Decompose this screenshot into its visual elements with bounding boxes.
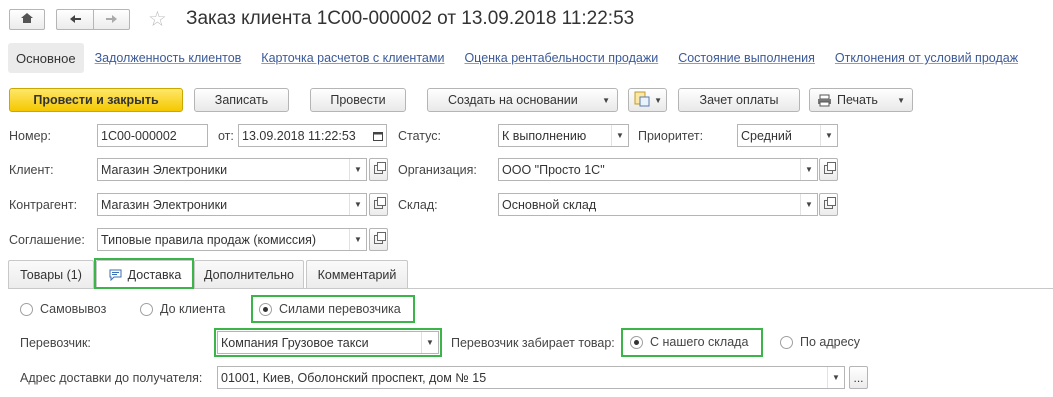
priority-value: Средний	[741, 128, 792, 143]
arrow-left-icon	[69, 13, 82, 27]
organization-value: ООО "Просто 1С"	[502, 162, 605, 177]
radio-to-client[interactable]: До клиента	[140, 302, 225, 316]
chevron-down-icon[interactable]: ▼	[349, 229, 366, 250]
tab-comment[interactable]: Комментарий	[306, 260, 408, 288]
home-button[interactable]	[9, 9, 45, 30]
back-button[interactable]	[56, 9, 94, 30]
agreement-field[interactable]: Типовые правила продаж (комиссия) ▼	[97, 228, 367, 251]
open-warehouse-button[interactable]	[819, 193, 838, 216]
printer-icon	[817, 94, 832, 107]
radio-to-client-label: До клиента	[160, 302, 226, 316]
link-deviations[interactable]: Отклонения от условий продаж	[835, 51, 1018, 65]
chevron-down-icon: ▼	[602, 96, 610, 105]
open-contractor-button[interactable]	[369, 193, 388, 216]
chevron-down-icon[interactable]: ▼	[349, 159, 366, 180]
post-button[interactable]: Провести	[310, 88, 406, 112]
link-settlement-card[interactable]: Карточка расчетов с клиентами	[261, 51, 444, 65]
pickup-label: Перевозчик забирает товар:	[451, 336, 615, 350]
post-and-close-button[interactable]: Провести и закрыть	[9, 88, 183, 112]
chevron-down-icon[interactable]: ▼	[800, 194, 817, 215]
open-icon	[824, 162, 836, 174]
link-client-debt[interactable]: Задолженность клиентов	[95, 51, 242, 65]
tab-goods[interactable]: Товары (1)	[8, 260, 94, 288]
contractor-label: Контрагент:	[9, 198, 78, 212]
radio-self-pickup[interactable]: Самовывоз	[20, 302, 106, 316]
status-value: К выполнению	[502, 128, 587, 143]
warehouse-value: Основной склад	[502, 197, 597, 212]
arrow-right-icon	[105, 13, 118, 27]
section-links: Основное Задолженность клиентов Карточка…	[8, 42, 1053, 74]
client-label: Клиент:	[9, 163, 54, 177]
address-field[interactable]: 01001, Киев, Оболонский проспект, дом № …	[217, 366, 845, 389]
open-icon	[824, 197, 836, 209]
organization-field[interactable]: ООО "Просто 1С" ▼	[498, 158, 818, 181]
organization-label: Организация:	[398, 163, 477, 177]
number-label: Номер:	[9, 129, 51, 143]
chevron-down-icon[interactable]: ▼	[820, 125, 837, 146]
open-icon	[374, 197, 386, 209]
related-documents-button[interactable]: ▼	[628, 88, 667, 112]
warehouse-field[interactable]: Основной склад ▼	[498, 193, 818, 216]
status-select[interactable]: К выполнению ▼	[498, 124, 629, 147]
chevron-down-icon[interactable]: ▼	[800, 159, 817, 180]
open-organization-button[interactable]	[819, 158, 838, 181]
save-button[interactable]: Записать	[194, 88, 289, 112]
radio-by-address-label: По адресу	[800, 335, 861, 349]
date-label: от:	[218, 129, 234, 143]
address-value: 01001, Киев, Оболонский проспект, дом № …	[221, 370, 487, 385]
open-icon	[374, 162, 386, 174]
client-value: Магазин Электроники	[101, 162, 228, 177]
contractor-value: Магазин Электроники	[101, 197, 228, 212]
page-title: Заказ клиента 1С00-000002 от 13.09.2018 …	[186, 8, 635, 29]
number-value: 1С00-000002	[101, 128, 177, 143]
print-button[interactable]: Печать ▼	[809, 88, 913, 112]
status-label: Статус:	[398, 129, 441, 143]
print-label: Печать	[837, 93, 878, 107]
carrier-label: Перевозчик:	[20, 336, 91, 350]
warehouse-label: Склад:	[398, 198, 438, 212]
tab-additional[interactable]: Дополнительно	[194, 260, 304, 288]
address-more-button[interactable]: ...	[849, 366, 868, 389]
forward-button[interactable]	[93, 9, 130, 30]
create-based-on-label: Создать на основании	[448, 93, 578, 107]
date-field[interactable]: 13.09.2018 11:22:53	[238, 124, 387, 147]
chevron-down-icon: ▼	[654, 96, 662, 105]
radio-by-address[interactable]: По адресу	[780, 335, 860, 349]
agreement-label: Соглашение:	[9, 233, 85, 247]
highlight-frame-by-carrier	[251, 295, 415, 323]
calendar-icon[interactable]	[369, 125, 386, 146]
highlight-frame-carrier-field	[214, 328, 442, 357]
link-execution-state[interactable]: Состояние выполнения	[678, 51, 815, 65]
highlight-frame-delivery-tab	[94, 258, 194, 289]
address-more-label: ...	[853, 370, 864, 385]
open-agreement-button[interactable]	[369, 228, 388, 251]
radio-circle	[780, 335, 793, 349]
priority-label: Приоритет:	[638, 129, 704, 143]
favorite-star-icon[interactable]: ☆	[148, 7, 167, 32]
link-profitability[interactable]: Оценка рентабельности продажи	[464, 51, 658, 65]
date-value: 13.09.2018 11:22:53	[242, 128, 356, 143]
payment-offset-button[interactable]: Зачет оплаты	[678, 88, 800, 112]
create-based-on-button[interactable]: Создать на основании ▼	[427, 88, 618, 112]
open-icon	[374, 232, 386, 244]
contractor-field[interactable]: Магазин Электроники ▼	[97, 193, 367, 216]
home-icon	[20, 12, 34, 27]
priority-select[interactable]: Средний ▼	[737, 124, 838, 147]
radio-self-pickup-label: Самовывоз	[40, 302, 107, 316]
radio-circle	[20, 302, 33, 316]
section-main[interactable]: Основное	[8, 43, 84, 73]
chevron-down-icon: ▼	[897, 96, 905, 105]
client-field[interactable]: Магазин Электроники ▼	[97, 158, 367, 181]
chevron-down-icon[interactable]: ▼	[611, 125, 628, 146]
agreement-value: Типовые правила продаж (комиссия)	[101, 232, 317, 247]
document-structure-icon	[634, 91, 650, 110]
number-field[interactable]: 1С00-000002	[97, 124, 208, 147]
address-label: Адрес доставки до получателя:	[20, 371, 203, 385]
chevron-down-icon[interactable]: ▼	[349, 194, 366, 215]
chevron-down-icon[interactable]: ▼	[827, 367, 844, 388]
open-client-button[interactable]	[369, 158, 388, 181]
highlight-frame-our-warehouse	[621, 328, 763, 357]
radio-circle	[140, 302, 153, 316]
